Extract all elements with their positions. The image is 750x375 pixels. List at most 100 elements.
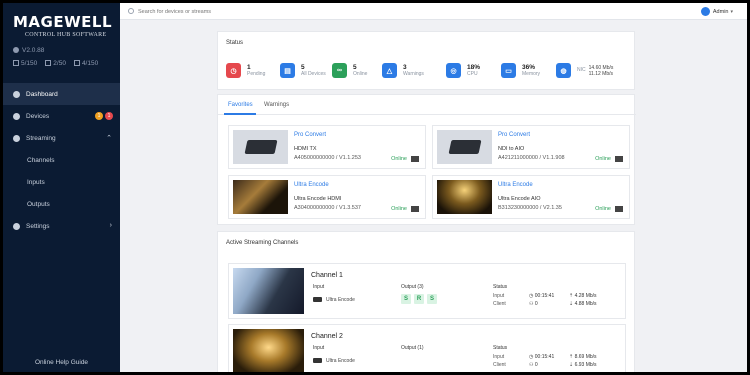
device-name[interactable]: Ultra Encode <box>294 182 329 188</box>
device-status: Online <box>391 156 407 162</box>
client-count: ⚇ 0 <box>529 362 538 368</box>
favorite-device-card[interactable]: Ultra Encode Ultra Encode AIO B313230000… <box>432 175 630 219</box>
error-badge: 1 <box>105 112 113 120</box>
stat-online[interactable]: ∞ 5 Online <box>332 63 367 78</box>
gear-icon <box>13 222 20 230</box>
channel-row[interactable]: Channel 2 Input Ultra Encode Output (1) … <box>228 324 626 372</box>
input-label: Input <box>313 284 325 290</box>
search-icon <box>128 8 134 14</box>
monitor-icon[interactable] <box>411 156 419 162</box>
sidebar-item-channels[interactable]: Channels <box>3 149 120 171</box>
device-name[interactable]: Pro Convert <box>498 132 530 138</box>
output-label: Output (3) <box>401 284 424 290</box>
device-thumbnail <box>437 130 492 164</box>
count-devices: 5/150 <box>13 60 37 67</box>
memory-icon: ▭ <box>501 63 516 78</box>
top-bar: Admin ▾ <box>120 3 747 20</box>
monitor-icon[interactable] <box>411 206 419 212</box>
stream-count-icon <box>73 60 80 67</box>
channel-preview-image <box>233 329 304 372</box>
output-label: Output (1) <box>401 345 424 351</box>
stat-network: ◍ NIC 14.60 Mb/s 11.12 Mb/s <box>556 63 613 78</box>
stat-warnings[interactable]: △ 3 Warnings <box>382 63 424 78</box>
search-input[interactable] <box>138 6 338 17</box>
encoder-icon <box>313 297 322 302</box>
device-preview-image <box>233 180 288 214</box>
device-serial: A405000000000 / V1.1.253 <box>294 155 361 161</box>
bitrate-down: ⇣ 4.88 Mb/s <box>569 301 597 307</box>
device-name[interactable]: Pro Convert <box>294 132 326 138</box>
favorite-device-card[interactable]: Ultra Encode Ultra Encode HDMI A30400000… <box>228 175 426 219</box>
app-logo-subtitle: CONTROL HUB SOFTWARE <box>25 32 107 38</box>
device-model: Ultra Encode AIO <box>498 196 541 202</box>
device-serial: A304000000000 / V1.3.537 <box>294 205 361 211</box>
device-name[interactable]: Ultra Encode <box>498 182 533 188</box>
device-icon: ▤ <box>280 63 295 78</box>
favorite-device-card[interactable]: Pro Convert HDMI TX A405000000000 / V1.1… <box>228 125 426 169</box>
favorite-device-card[interactable]: Pro Convert NDI to AIO A421211000000 / V… <box>432 125 630 169</box>
stat-memory: ▭ 36% Memory <box>501 63 540 78</box>
cpu-icon: ◎ <box>446 63 461 78</box>
output-rtmp-icon[interactable]: R <box>414 294 424 304</box>
tab-favorites[interactable]: Favorites <box>228 102 253 108</box>
sidebar-item-dashboard[interactable]: Dashboard <box>3 83 120 105</box>
channel-row[interactable]: Channel 1 Input Ultra Encode Output (3) … <box>228 263 626 319</box>
output-srt-icon[interactable]: S <box>427 294 437 304</box>
channel-count-icon <box>45 60 52 67</box>
input-source[interactable]: Ultra Encode <box>326 297 355 303</box>
stat-cpu: ◎ 18% CPU <box>446 63 480 78</box>
active-streams-card: Active Streaming Channels Channel 1 Inpu… <box>217 231 635 372</box>
device-serial: A421211000000 / V1.1.908 <box>498 155 565 161</box>
input-label: Input <box>313 345 325 351</box>
channel-name[interactable]: Channel 1 <box>311 272 343 279</box>
output-list: S R S <box>401 294 437 304</box>
channel-name[interactable]: Channel 2 <box>311 333 343 340</box>
bitrate-up: ⇡ 8.69 Mb/s <box>569 354 597 360</box>
output-srt-icon[interactable]: S <box>401 294 411 304</box>
device-preview-image <box>437 180 492 214</box>
stream-uptime: ◷ 00:15:41 <box>529 354 555 360</box>
stream-uptime: ◷ 00:15:41 <box>529 293 555 299</box>
sidebar-item-outputs[interactable]: Outputs <box>3 193 120 215</box>
link-icon: ∞ <box>332 63 347 78</box>
status-input-key: Input <box>493 354 505 360</box>
device-status: Online <box>391 206 407 212</box>
stat-all-devices[interactable]: ▤ 5 All Devices <box>280 63 326 78</box>
device-status: Online <box>595 156 611 162</box>
client-count: ⚇ 0 <box>529 301 538 307</box>
sidebar-item-settings[interactable]: Settings › <box>3 215 120 237</box>
favorites-tabs: Favorites Warnings <box>218 95 636 115</box>
chevron-right-icon: › <box>109 222 112 229</box>
bitrate-down: ⇣ 6.93 Mb/s <box>569 362 597 368</box>
clock-icon: ◷ <box>226 63 241 78</box>
active-streams-title: Active Streaming Channels <box>226 240 299 246</box>
warning-badge: 1 <box>95 112 103 120</box>
sidebar-nav: Dashboard Devices 1 1 Streaming ⌃ Channel… <box>3 83 120 237</box>
sidebar-item-streaming[interactable]: Streaming ⌃ <box>3 127 120 149</box>
active-tab-indicator <box>224 113 256 115</box>
status-label: Status <box>493 345 508 351</box>
count-channels: 2/50 <box>45 60 66 67</box>
monitor-icon[interactable] <box>615 156 623 162</box>
user-menu[interactable]: Admin ▾ <box>700 7 733 16</box>
device-status: Online <box>595 206 611 212</box>
status-title: Status <box>226 40 244 46</box>
count-streams: 4/150 <box>73 60 98 67</box>
devices-icon <box>13 112 20 120</box>
device-model: Ultra Encode HDMI <box>294 196 342 202</box>
sidebar-item-inputs[interactable]: Inputs <box>3 171 120 193</box>
input-source[interactable]: Ultra Encode <box>326 358 355 364</box>
status-card: Status ◷ 1 Pending ▤ 5 All Devices ∞ 5 Online … <box>217 31 635 90</box>
avatar <box>700 7 710 16</box>
channel-preview-image <box>233 268 304 314</box>
monitor-icon[interactable] <box>615 206 623 212</box>
info-icon <box>13 47 19 54</box>
stat-pending[interactable]: ◷ 1 Pending <box>226 63 265 78</box>
tab-warnings[interactable]: Warnings <box>264 102 289 108</box>
dashboard-icon <box>13 90 20 98</box>
device-model: HDMI TX <box>294 146 317 152</box>
help-link[interactable]: Online Help Guide <box>3 359 120 366</box>
status-client-key: Client <box>493 362 506 368</box>
sidebar-item-devices[interactable]: Devices 1 1 <box>3 105 120 127</box>
device-serial: B313230000000 / V2.1.35 <box>498 205 562 211</box>
